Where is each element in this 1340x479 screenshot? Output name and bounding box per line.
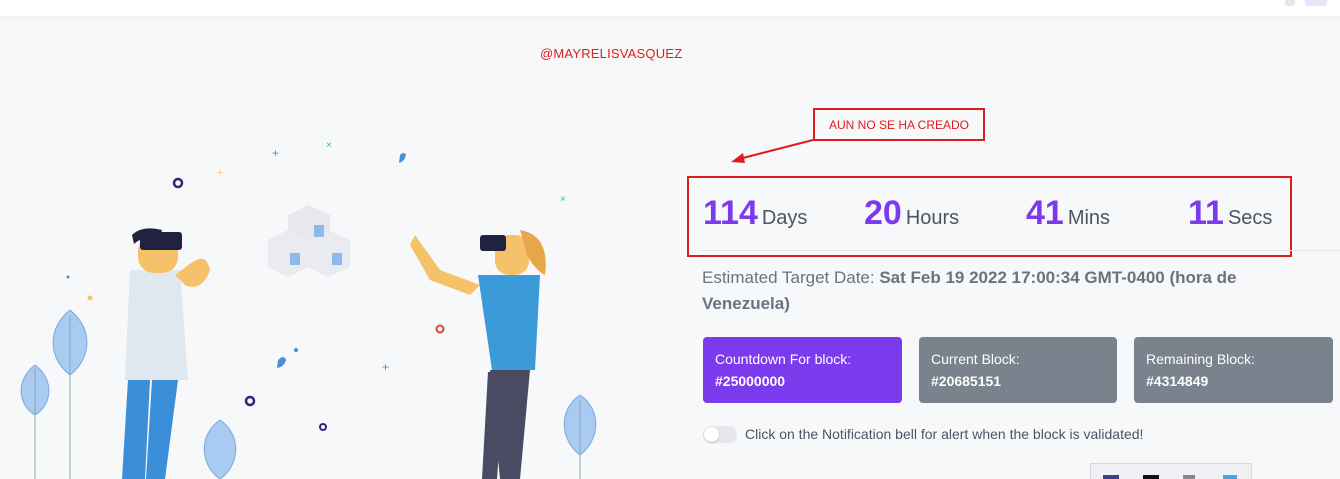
- countdown-panel: 114 Days 20 Hours 41 Mins 11 Secs: [687, 176, 1292, 257]
- mins-value: 41: [1026, 194, 1064, 232]
- secs-label: Secs: [1227, 207, 1273, 229]
- card-value: #25000000: [715, 373, 786, 389]
- days-value: 114: [703, 194, 758, 232]
- annotation-arrow-icon: [731, 139, 814, 163]
- menu-control[interactable]: [1285, 0, 1295, 6]
- remaining-block-card: Remaining Block: #4314849: [1134, 337, 1333, 403]
- notification-text: Click on the Notification bell for alert…: [745, 426, 1144, 442]
- svg-text:+: +: [272, 146, 279, 160]
- vr-headset-man-icon: [122, 228, 210, 479]
- countdown-block-card: Countdown For block: #25000000: [703, 337, 902, 403]
- hours-value: 20: [864, 194, 902, 232]
- app-icon[interactable]: [1183, 475, 1195, 479]
- svg-text:×: ×: [560, 194, 566, 205]
- countdown-days: 114 Days: [703, 194, 807, 233]
- countdown-hours: 20 Hours: [864, 194, 959, 233]
- annotation-note: AUN NO SE HA CREADO: [813, 108, 985, 141]
- card-value: #20685151: [931, 373, 1002, 389]
- app-icon[interactable]: [1103, 475, 1119, 479]
- annotation-note-text: AUN NO SE HA CREADO: [828, 117, 970, 132]
- vr-headset-woman-icon: [410, 230, 546, 479]
- card-title: Current Block:: [931, 351, 1020, 367]
- countdown-secs: 11 Secs: [1188, 194, 1272, 233]
- countdown-mins: 41 Mins: [1026, 194, 1110, 233]
- user-control[interactable]: [1305, 0, 1327, 6]
- days-label: Days: [761, 207, 808, 229]
- svg-text:×: ×: [326, 140, 332, 151]
- hours-label: Hours: [905, 207, 960, 229]
- estimated-target-date: Estimated Target Date: Sat Feb 19 2022 1…: [702, 265, 1282, 317]
- card-title: Countdown For block:: [715, 351, 852, 367]
- app-icon[interactable]: [1223, 475, 1237, 479]
- cubes-icon: [268, 205, 350, 277]
- watermark-text: @MAYRELISVASQUEZ: [540, 46, 683, 61]
- card-title: Remaining Block:: [1146, 351, 1255, 367]
- secs-value: 11: [1188, 194, 1224, 232]
- vr-illustration: + + + + × ×: [20, 140, 597, 479]
- estimated-label: Estimated Target Date:: [702, 268, 875, 287]
- current-block-card: Current Block: #20685151: [919, 337, 1117, 403]
- taskbar-peek: [1090, 463, 1252, 479]
- notification-toggle[interactable]: [703, 426, 737, 443]
- top-bar: [0, 0, 1340, 16]
- svg-text:+: +: [217, 167, 223, 179]
- app-icon[interactable]: [1143, 475, 1159, 479]
- card-value: #4314849: [1146, 373, 1209, 389]
- mins-label: Mins: [1067, 207, 1111, 229]
- svg-text:+: +: [382, 360, 389, 374]
- toggle-knob: [704, 427, 719, 442]
- divider: [700, 250, 1340, 251]
